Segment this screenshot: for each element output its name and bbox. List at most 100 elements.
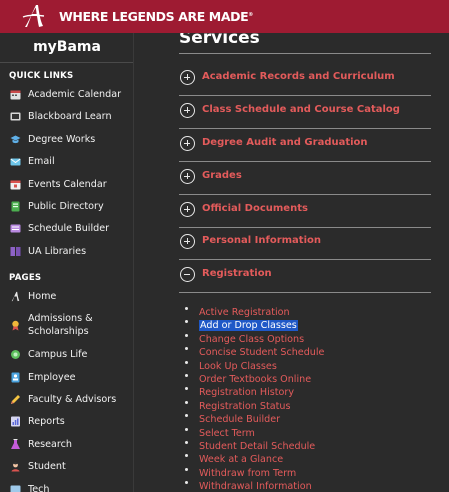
email-icon <box>10 156 21 167</box>
sidebar-item-label: Academic Calendar <box>28 89 122 100</box>
accordion-class-schedule[interactable]: Class Schedule and Course Catalog <box>179 96 431 129</box>
accordion-label: Grades <box>202 170 242 181</box>
sidebar-item-label: Tech <box>28 484 50 492</box>
accordion-label: Official Documents <box>202 203 308 214</box>
accordion-grades[interactable]: Grades <box>179 162 431 195</box>
list-item: Order Textbooks Online <box>182 369 324 385</box>
library-icon <box>10 246 21 257</box>
main-content: Services Academic Records and Curriculum… <box>162 33 449 492</box>
sidebar-item-home[interactable]: Home <box>10 290 132 303</box>
sidebar-item-label: UA Libraries <box>28 246 87 257</box>
sidebar-item-blackboard-learn[interactable]: Blackboard Learn <box>10 110 132 123</box>
list-item: Concise Student Schedule <box>182 342 324 358</box>
accordion-label: Degree Audit and Graduation <box>202 137 368 148</box>
employee-badge-icon <box>10 372 21 383</box>
sidebar-item-student[interactable]: Student <box>10 460 132 473</box>
sidebar-item-faculty-advisors[interactable]: Faculty & Advisors <box>10 393 132 406</box>
events-calendar-icon <box>10 179 21 190</box>
campus-life-icon <box>10 349 21 360</box>
tagline-text: WHERE LEGENDS ARE MADE <box>59 9 249 24</box>
registration-links: Active Registration Add or Drop Classes … <box>182 302 324 492</box>
sidebar-item-label: Student <box>28 461 66 472</box>
accordion-degree-audit[interactable]: Degree Audit and Graduation <box>179 129 431 162</box>
sidebar-brand[interactable]: myBama <box>0 39 133 55</box>
accordion-label: Class Schedule and Course Catalog <box>202 104 400 115</box>
script-a-logo-icon[interactable] <box>22 3 46 29</box>
sidebar-item-label: Campus Life <box>28 349 88 360</box>
sidebar-item-schedule-builder[interactable]: Schedule Builder <box>10 222 132 235</box>
list-item: Look Up Classes <box>182 356 324 372</box>
reports-icon <box>10 416 21 427</box>
sidebar-item-label: Blackboard Learn <box>28 111 112 122</box>
expand-plus-icon <box>180 70 195 85</box>
page-title: Services <box>179 33 260 48</box>
script-a-icon <box>10 291 21 302</box>
sidebar-item-employee[interactable]: Employee <box>10 371 132 384</box>
expand-plus-icon <box>180 136 195 151</box>
accordion-registration[interactable]: Registration <box>179 260 431 293</box>
list-item: Registration Status <box>182 396 324 412</box>
accordion-official-documents[interactable]: Official Documents <box>179 195 431 228</box>
sidebar-item-campus-life[interactable]: Campus Life <box>10 348 132 361</box>
sidebar-item-label: Admissions & Scholarships <box>28 313 93 337</box>
flask-icon <box>10 439 21 450</box>
list-item: Schedule Builder <box>182 409 324 425</box>
sidebar-item-label: Email <box>28 156 55 167</box>
trademark-mark: ® <box>248 11 253 18</box>
list-item: Withdrawal Information <box>182 476 324 492</box>
sidebar-item-reports[interactable]: Reports <box>10 415 132 428</box>
schedule-builder-icon <box>10 223 21 234</box>
banner-tagline: WHERE LEGENDS ARE MADE® <box>59 9 253 24</box>
accordion-label: Academic Records and Curriculum <box>202 71 395 82</box>
expand-plus-icon <box>180 169 195 184</box>
title-divider <box>179 53 431 54</box>
sidebar-item-label: Employee <box>28 372 76 383</box>
accordion-label: Personal Information <box>202 235 321 246</box>
top-banner: WHERE LEGENDS ARE MADE® <box>0 0 449 33</box>
sidebar-item-label: Public Directory <box>28 201 104 212</box>
accordion-divider <box>179 292 431 293</box>
pages-heading: PAGES <box>9 273 42 283</box>
list-item: Add or Drop Classes <box>182 315 324 332</box>
accordion-personal-information[interactable]: Personal Information <box>179 227 431 260</box>
list-item: Week at a Glance <box>182 449 324 465</box>
sidebar: myBama QUICK LINKS Academic Calendar Bla… <box>0 33 134 492</box>
list-item: Registration History <box>182 382 324 398</box>
list-item: Withdraw from Term <box>182 463 324 479</box>
list-item: Change Class Options <box>182 329 324 345</box>
sidebar-item-label: Faculty & Advisors <box>28 394 117 405</box>
sidebar-item-admissions-scholarships[interactable]: Admissions & Scholarships <box>10 312 132 338</box>
sidebar-item-degree-works[interactable]: Degree Works <box>10 133 132 146</box>
student-icon <box>10 461 21 472</box>
sidebar-item-events-calendar[interactable]: Events Calendar <box>10 178 132 191</box>
sidebar-item-academic-calendar[interactable]: Academic Calendar <box>10 88 132 101</box>
sidebar-item-research[interactable]: Research <box>10 438 132 451</box>
sidebar-divider <box>0 62 133 63</box>
expand-plus-icon <box>180 234 195 249</box>
list-item: Select Term <box>182 423 324 439</box>
link-withdrawal-information[interactable]: Withdrawal Information <box>199 481 312 492</box>
degree-works-icon <box>10 134 21 145</box>
pencil-icon <box>10 394 21 405</box>
expand-plus-icon <box>180 103 195 118</box>
list-item: Student Detail Schedule <box>182 436 324 452</box>
sidebar-item-label: Schedule Builder <box>28 223 110 234</box>
sidebar-item-email[interactable]: Email <box>10 155 132 168</box>
sidebar-item-label: Degree Works <box>28 134 96 145</box>
sidebar-item-label: Home <box>28 291 57 302</box>
collapse-minus-icon <box>180 267 195 282</box>
list-item: Active Registration <box>182 302 324 318</box>
sidebar-item-tech[interactable]: Tech <box>10 483 132 492</box>
accordion-label: Registration <box>202 268 272 279</box>
tech-icon <box>10 484 21 492</box>
sidebar-item-ua-libraries[interactable]: UA Libraries <box>10 245 132 258</box>
sidebar-item-label: Events Calendar <box>28 179 107 190</box>
quick-links-heading: QUICK LINKS <box>9 71 74 81</box>
sidebar-item-label: Research <box>28 439 73 450</box>
sidebar-item-public-directory[interactable]: Public Directory <box>10 200 132 213</box>
accordion-academic-records[interactable]: Academic Records and Curriculum <box>179 63 431 96</box>
directory-icon <box>10 201 21 212</box>
sidebar-item-label: Reports <box>28 416 65 427</box>
expand-plus-icon <box>180 202 195 217</box>
calendar-icon <box>10 89 21 100</box>
